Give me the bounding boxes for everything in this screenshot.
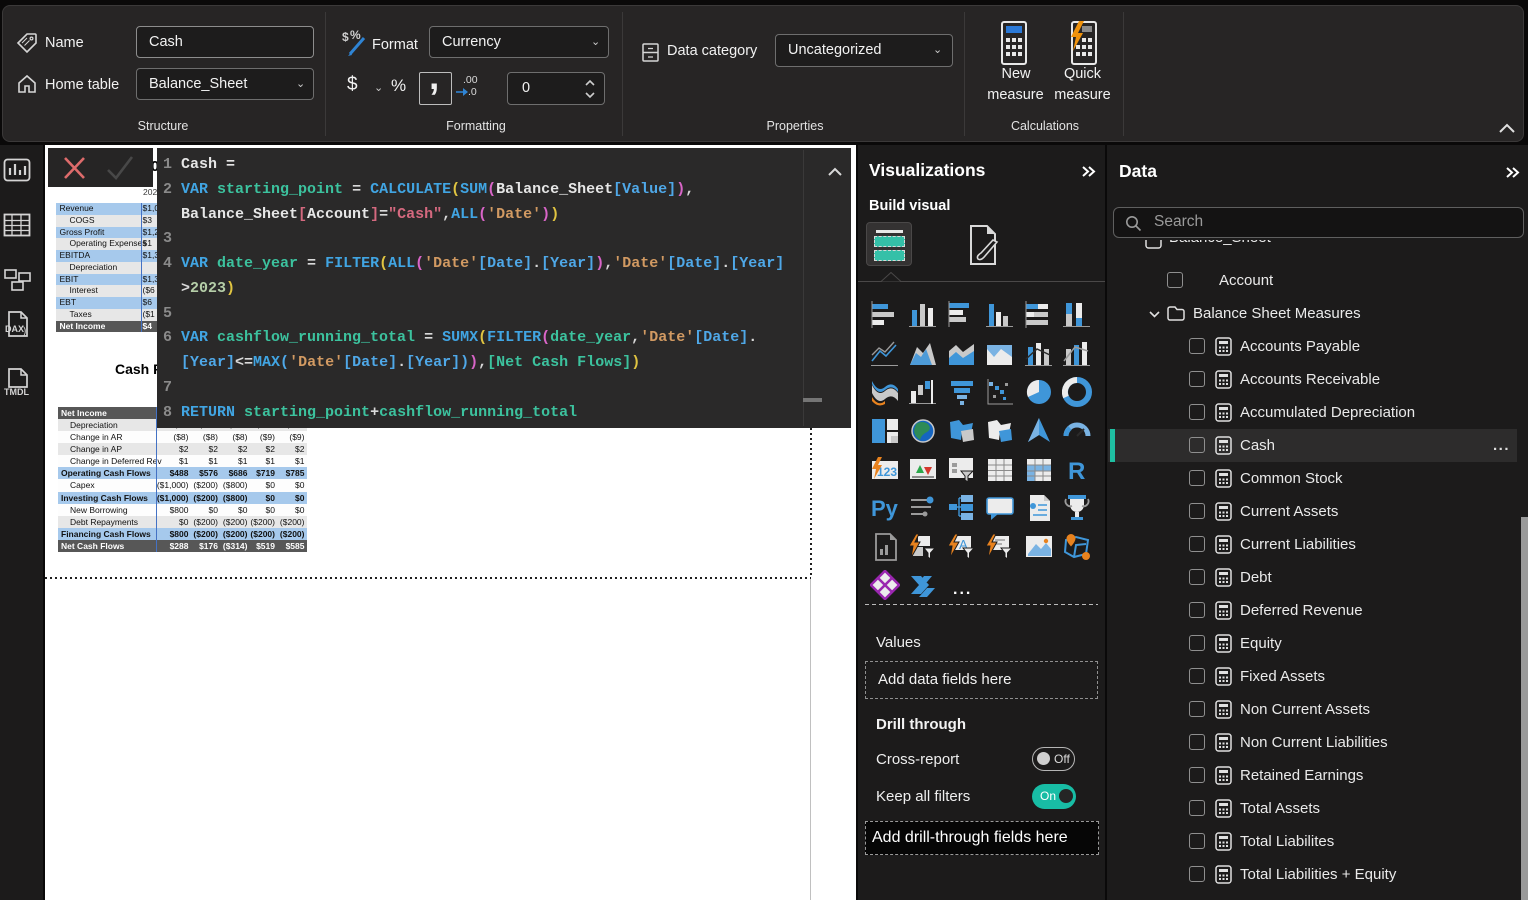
svg-text:Py: Py (871, 496, 899, 521)
svg-text:R: R (1068, 458, 1085, 485)
svg-text:): ) (23, 326, 26, 337)
svg-text:DAX: DAX (5, 324, 24, 334)
svg-text:TMDL: TMDL (4, 387, 29, 397)
